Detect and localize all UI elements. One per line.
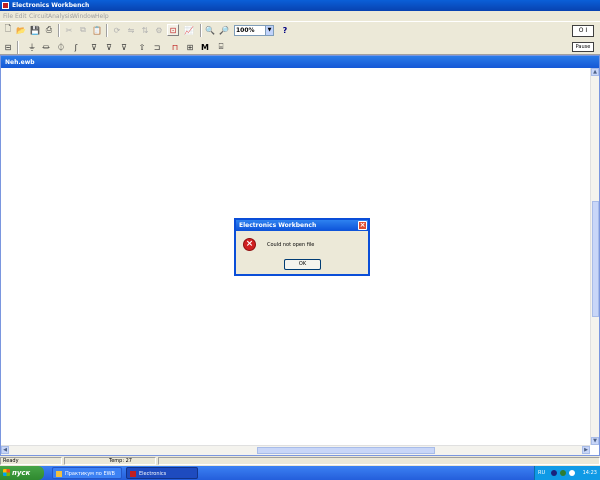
dialog-message: Could not open file [267, 242, 315, 248]
taskbar-item-label: Практикум по EWB [65, 471, 115, 477]
dialog-title-bar[interactable]: Electronics Workbench × [236, 220, 368, 231]
start-button[interactable]: пуск [0, 466, 44, 480]
analysis-graphs-icon[interactable]: 📈 [183, 24, 195, 36]
zoom-select[interactable]: 100% ▼ [234, 25, 274, 36]
document-title: Neh.ewb [5, 59, 35, 66]
menu-file[interactable]: File [3, 13, 13, 20]
rotate-icon[interactable]: ⟳ [111, 24, 123, 36]
digital-bin-icon[interactable]: ⊐ [151, 41, 163, 53]
vertical-scroll-thumb[interactable] [592, 201, 599, 317]
clock[interactable]: 14:23 [583, 470, 597, 476]
language-indicator[interactable]: RU [538, 470, 545, 476]
scroll-right-icon[interactable]: ▶ [582, 446, 590, 454]
scroll-down-icon[interactable]: ▼ [591, 437, 599, 445]
digital-ics-bin-icon[interactable]: ⊽ [118, 41, 130, 53]
app-icon [130, 471, 136, 477]
parts-bin-toolbar: ⊟ ⏚ ⏛ ⏀ ʃ ⊽ ⊽ ⊽ ⇧ ⊐ ⊓ ⊞ M ⌸ Pause [0, 39, 600, 55]
menu-window[interactable]: Window [72, 13, 96, 20]
dialog-title: Electronics Workbench [239, 222, 317, 229]
document-title-bar[interactable]: Neh.ewb [1, 56, 599, 68]
open-folder-icon[interactable]: 📂 [15, 24, 27, 36]
menu-analysis[interactable]: Analysis [48, 13, 73, 20]
pause-button[interactable]: Pause [572, 42, 594, 52]
flip-vertical-icon[interactable]: ⇅ [139, 24, 151, 36]
mixed-ics-bin-icon[interactable]: ⊽ [103, 41, 115, 53]
paste-icon[interactable]: 📋 [91, 24, 103, 36]
menu-bar: File Edit Circuit Analysis Window Help [0, 11, 600, 21]
cut-icon[interactable]: ✂ [63, 24, 75, 36]
toolbar-separator [17, 41, 19, 54]
basic-bin-icon[interactable]: ⏛ [40, 41, 52, 53]
sources-bin-icon[interactable]: ⏚ [26, 41, 38, 53]
error-dialog: Electronics Workbench × × Could not open… [234, 218, 370, 276]
scroll-up-icon[interactable]: ▲ [591, 68, 599, 76]
system-tray: RU 14:23 [534, 466, 600, 480]
status-empty-cell [158, 457, 600, 465]
ok-button[interactable]: OK [284, 259, 321, 270]
toolbar-separator [106, 24, 108, 37]
taskbar-item-label: Electronics Workbenc... [139, 471, 167, 477]
status-bar: Ready Temp: 27 [0, 456, 600, 466]
tray-network-icon[interactable] [560, 470, 566, 476]
windows-flag-icon [3, 469, 10, 476]
standard-toolbar: 🗋 📂 💾 ⎙ ✂ ⧉ 📋 ⟳ ⇋ ⇅ ⚙ ⊡ 📈 🔍 🔎 100% ▼ ? O… [0, 21, 600, 39]
horizontal-scroll-thumb[interactable] [257, 447, 435, 454]
miscellaneous-bin-icon[interactable]: M [199, 41, 211, 53]
component-properties-icon[interactable]: ⚙ [153, 24, 165, 36]
taskbar: пуск Практикум по EWB Electronics Workbe… [0, 466, 600, 480]
save-icon[interactable]: 💾 [29, 24, 41, 36]
main-title-bar[interactable]: Electronics Workbench [0, 0, 600, 11]
create-subcircuit-icon[interactable]: ⊡ [167, 24, 179, 36]
tray-app-icon[interactable] [551, 470, 557, 476]
menu-help[interactable]: Help [95, 13, 109, 20]
toolbar-separator [200, 24, 202, 37]
app-icon [2, 2, 9, 9]
diodes-bin-icon[interactable]: ⏀ [55, 41, 67, 53]
zoom-value: 100% [236, 27, 255, 34]
controls-bin-icon[interactable]: ⊞ [184, 41, 196, 53]
help-button[interactable]: ? [279, 24, 291, 36]
power-switch[interactable]: O I [572, 25, 594, 37]
taskbar-item-ewb[interactable]: Electronics Workbenc... [126, 467, 198, 479]
zoom-out-icon[interactable]: 🔎 [218, 24, 230, 36]
close-icon[interactable]: × [358, 221, 367, 230]
zoom-in-icon[interactable]: 🔍 [204, 24, 216, 36]
tray-volume-icon[interactable] [569, 470, 575, 476]
flip-horizontal-icon[interactable]: ⇋ [125, 24, 137, 36]
indicators-bin-icon[interactable]: ⊓ [169, 41, 181, 53]
vertical-scrollbar[interactable]: ▲ ▼ [590, 68, 599, 445]
start-label: пуск [12, 469, 31, 477]
new-file-icon[interactable]: 🗋 [2, 24, 14, 36]
status-text: Ready [0, 457, 62, 465]
taskbar-item-folder[interactable]: Практикум по EWB [52, 467, 122, 479]
menu-edit[interactable]: Edit [15, 13, 27, 20]
chevron-down-icon[interactable]: ▼ [265, 26, 273, 35]
analog-ics-bin-icon[interactable]: ⊽ [88, 41, 100, 53]
copy-icon[interactable]: ⧉ [77, 24, 89, 36]
print-icon[interactable]: ⎙ [43, 24, 55, 36]
logic-gates-bin-icon[interactable]: ⇧ [136, 41, 148, 53]
temperature-readout: Temp: 27 [64, 457, 156, 465]
folder-icon [56, 471, 62, 477]
horizontal-scrollbar[interactable]: ◀ ▶ [1, 445, 590, 455]
transistors-bin-icon[interactable]: ʃ [70, 41, 82, 53]
instruments-bin-icon[interactable]: ⌸ [215, 41, 227, 53]
window-title: Electronics Workbench [12, 2, 90, 9]
menu-circuit[interactable]: Circuit [29, 13, 48, 20]
scroll-left-icon[interactable]: ◀ [1, 446, 9, 454]
toolbar-separator [58, 24, 60, 37]
error-icon: × [243, 238, 256, 251]
favorites-bin-icon[interactable]: ⊟ [2, 41, 14, 53]
